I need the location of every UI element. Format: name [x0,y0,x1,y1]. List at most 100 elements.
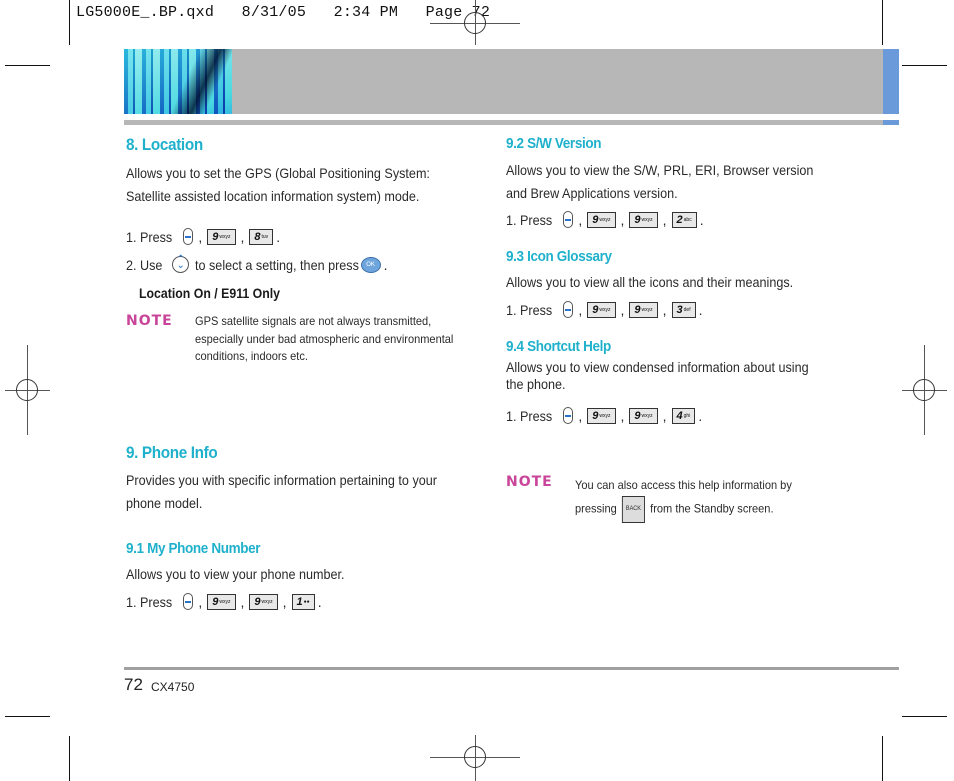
description-line: Provides you with specific information p… [126,472,437,488]
footer-rule [124,667,899,670]
description-line: the phone. [506,376,566,392]
back-key-icon: BACK [622,496,645,523]
step-label: 1. Press [506,407,553,424]
separator: . [317,593,322,610]
my-phone-number-step-1: 1. Press , 9wxyz , 9wxyz , 1●● . [126,593,322,610]
note-line: pressing BACK from the Standby screen. [575,496,792,523]
registration-mark [913,379,935,401]
sw-version-step-1: 1. Press , 9wxyz , 9wxyz , 2abc . [506,211,704,228]
phone-info-description: Provides you with specific information p… [126,469,437,515]
key-8-icon: 8tuv [249,228,274,245]
navigation-key-icon [172,254,190,273]
separator: . [699,211,704,228]
shortcut-help-description: Allows you to view condensed information… [506,359,809,393]
section-title-shortcut-help: 9.4 Shortcut Help [506,338,611,355]
my-phone-number-description: Allows you to view your phone number. [126,566,345,582]
icon-glossary-step-1: 1. Press , 9wxyz , 9wxyz , 3def . [506,301,703,318]
note-line: especially under bad atmospheric and env… [195,331,454,346]
separator: , [578,211,583,228]
note-label: NOTE [126,313,173,329]
separator: . [383,256,388,273]
step-text: to select a setting, then press [195,256,360,273]
separator: , [240,593,245,610]
crop-mark [69,0,70,45]
description-line: phone model. [126,495,203,511]
menu-softkey-icon [563,211,574,228]
header-rule [124,120,883,125]
location-note: GPS satellite signals are not always tra… [195,313,453,366]
step-label: 1. Press [126,593,173,610]
note-line: conditions, indoors etc. [195,349,308,363]
separator: , [662,407,667,424]
step-label: 1. Press [506,211,553,228]
description-line: Allows you to set the GPS (Global Positi… [126,165,430,181]
separator: . [698,407,703,424]
note-label: NOTE [506,474,553,490]
key-9-icon: 9wxyz [629,211,658,228]
note-line: GPS satellite signals are not always tra… [195,314,432,328]
key-1-icon: 1●● [291,593,315,610]
key-9-icon: 9wxyz [587,301,616,318]
header-rule-accent [883,120,899,125]
separator: , [620,211,625,228]
key-9-icon: 9wxyz [629,407,658,424]
description-line: Allows you to view the S/W, PRL, ERI, Br… [506,162,814,178]
separator: , [282,593,287,610]
description-line: and Brew Applications version. [506,185,678,201]
section-title-icon-glossary: 9.3 Icon Glossary [506,248,612,265]
section-title-phone-info: 9. Phone Info [126,443,218,462]
separator: , [620,301,625,318]
crop-mark [5,716,50,717]
description-line: Satellite assisted location information … [126,188,420,204]
key-4-icon: 4ghi [671,407,696,424]
crop-mark [882,0,883,45]
location-step-2: 2. Use to select a setting, then press O… [126,254,388,273]
section-title-sw-version: 9.2 S/W Version [506,135,602,152]
location-step-1: 1. Press , 9wxyz , 8tuv . [126,228,280,245]
key-9-icon: 9wxyz [629,301,658,318]
note-text: pressing [575,501,617,516]
menu-softkey-icon [563,301,574,318]
section-title-my-phone-number: 9.1 My Phone Number [126,540,261,557]
separator: , [662,211,667,228]
crop-mark [882,736,883,781]
registration-mark [464,746,486,768]
model-name: CX4750 [151,680,195,694]
crop-mark [69,736,70,781]
separator: , [198,228,203,245]
menu-softkey-icon [183,228,194,245]
icon-glossary-description: Allows you to view all the icons and the… [506,274,794,290]
key-9-icon: 9wxyz [207,593,236,610]
note-line: You can also access this help informatio… [575,478,792,492]
separator: , [578,407,583,424]
ok-key-icon: OK [360,256,381,273]
header-banner [232,49,883,114]
crop-mark [902,716,947,717]
shortcut-help-step-1: 1. Press , 9wxyz , 9wxyz , 4ghi . [506,407,702,424]
step-label: 1. Press [506,301,553,318]
registration-mark [16,379,38,401]
location-options: Location On / E911 Only [139,285,281,301]
key-2-icon: 2abc [671,211,697,228]
header-photo [124,49,232,114]
crop-mark [902,65,947,66]
print-slug: LG5000E_.BP.qxd 8/31/05 2:34 PM Page 72 [76,4,491,21]
step-label: 1. Press [126,228,173,245]
shortcut-help-note: You can also access this help informatio… [575,475,792,523]
location-description: Allows you to set the GPS (Global Positi… [126,162,430,208]
menu-softkey-icon [183,593,194,610]
key-3-icon: 3def [671,301,696,318]
separator: , [620,407,625,424]
separator: . [698,301,703,318]
registration-mark [464,12,486,34]
separator: , [578,301,583,318]
crop-mark [5,65,50,66]
key-9-icon: 9wxyz [249,593,278,610]
step-label: 2. Use [126,256,163,273]
separator: . [276,228,281,245]
header-banner-accent [883,49,899,114]
menu-softkey-icon [563,407,574,424]
description-line: Allows you to view condensed information… [506,359,809,375]
key-9-icon: 9wxyz [587,211,616,228]
section-title-location: 8. Location [126,135,203,154]
